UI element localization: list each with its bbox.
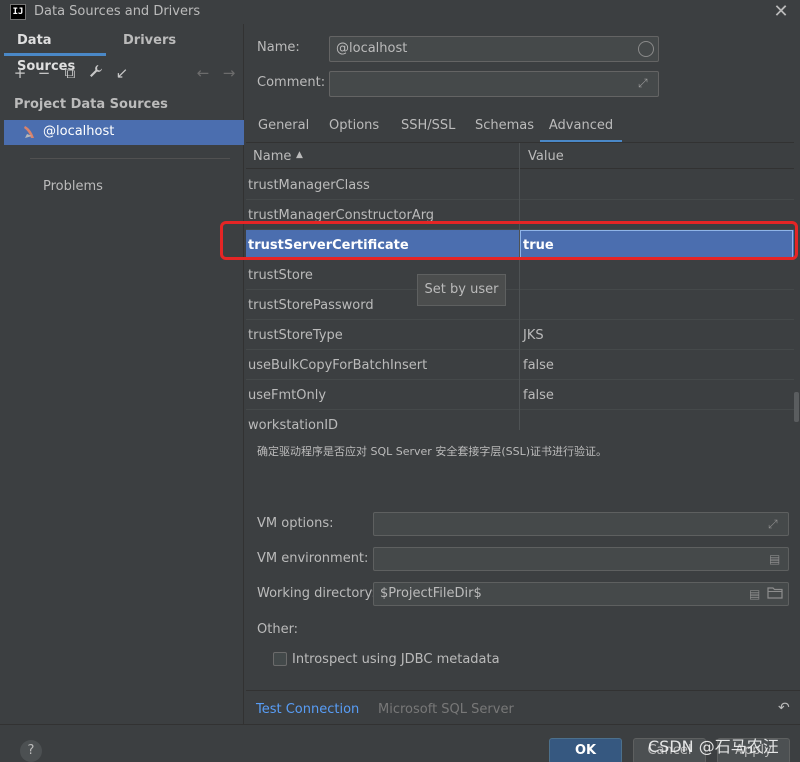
- name-label: Name:: [257, 40, 300, 55]
- app-logo-icon: IJ: [10, 4, 26, 20]
- table-row[interactable]: trustManagerClass: [246, 170, 794, 200]
- vm-environment-field[interactable]: [373, 547, 789, 571]
- table-row[interactable]: workstationID: [246, 410, 794, 430]
- tooltip: Set by user: [417, 274, 506, 306]
- tab-ssh-ssl[interactable]: SSH/SSL: [401, 118, 455, 142]
- property-value[interactable]: false: [523, 388, 554, 403]
- property-name: workstationID: [248, 418, 339, 430]
- property-name: trustStore: [248, 268, 313, 283]
- tab-drivers[interactable]: Drivers: [112, 28, 176, 56]
- sort-ascending-icon: ▲: [296, 150, 303, 160]
- close-icon[interactable]: ✕: [770, 0, 792, 24]
- column-divider: [519, 143, 520, 430]
- document-icon[interactable]: ▤: [749, 587, 760, 601]
- forward-arrow-icon[interactable]: →: [220, 64, 238, 82]
- data-source-label: @localhost: [43, 124, 115, 139]
- help-button[interactable]: ?: [20, 740, 42, 762]
- window-title: Data Sources and Drivers: [34, 4, 201, 19]
- vm-environment-label: VM environment:: [257, 551, 369, 566]
- working-directory-label: Working directory:: [257, 586, 376, 601]
- tab-data-sources[interactable]: Data Sources: [4, 28, 106, 74]
- column-header-value[interactable]: Value: [528, 149, 564, 164]
- table-row[interactable]: trustStorePassword: [246, 290, 794, 320]
- vm-options-label: VM options:: [257, 516, 334, 531]
- divider: [246, 690, 800, 691]
- property-value[interactable]: false: [523, 358, 554, 373]
- vm-options-field[interactable]: [373, 512, 789, 536]
- tab-general[interactable]: General: [258, 118, 309, 142]
- driver-name[interactable]: Microsoft SQL Server: [378, 702, 514, 717]
- advanced-properties-table: Name ▲ Value trustManagerClass trustManag…: [246, 142, 794, 430]
- folder-icon[interactable]: [767, 586, 783, 603]
- property-description: 确定驱动程序是否应对 SQL Server 安全套接字层(SSL)证书进行验证。: [257, 445, 608, 458]
- import-icon[interactable]: ↙: [113, 64, 131, 82]
- working-directory-field[interactable]: $ProjectFileDir$: [373, 582, 789, 606]
- problems-item[interactable]: Problems: [43, 179, 103, 194]
- ok-button[interactable]: OK: [549, 738, 622, 762]
- expand-icon[interactable]: ⤢: [638, 76, 648, 91]
- scrollbar[interactable]: [794, 392, 799, 422]
- sql-server-icon: [22, 124, 36, 140]
- data-source-item-localhost[interactable]: @localhost: [4, 120, 244, 145]
- separator: [30, 158, 230, 159]
- introspect-checkbox[interactable]: [273, 652, 287, 666]
- tab-schemas[interactable]: Schemas: [475, 118, 534, 142]
- property-value[interactable]: JKS: [523, 328, 544, 343]
- copy-icon[interactable]: ⧉: [61, 64, 79, 82]
- name-field[interactable]: @localhost: [329, 36, 659, 62]
- remove-icon[interactable]: −: [35, 64, 53, 82]
- table-row[interactable]: trustStore: [246, 260, 794, 290]
- other-label: Other:: [257, 622, 299, 637]
- table-row[interactable]: useFmtOnly false: [246, 380, 794, 410]
- table-row[interactable]: useBulkCopyForBatchInsert false: [246, 350, 794, 380]
- table-header: Name ▲ Value: [246, 143, 794, 169]
- revert-icon[interactable]: ↶: [778, 700, 790, 716]
- document-icon[interactable]: ▤: [769, 552, 780, 566]
- highlight-annotation: [220, 221, 798, 260]
- project-data-sources-header: Project Data Sources: [14, 97, 168, 112]
- watermark: CSDN @石马农汪: [648, 737, 779, 756]
- tab-advanced[interactable]: Advanced: [540, 118, 622, 143]
- table-row[interactable]: trustStoreType JKS: [246, 320, 794, 350]
- expand-icon[interactable]: ⤢: [768, 517, 778, 532]
- wrench-icon[interactable]: [87, 64, 105, 82]
- back-arrow-icon[interactable]: ←: [194, 64, 212, 82]
- comment-field[interactable]: [329, 71, 659, 97]
- divider: [0, 724, 800, 725]
- tab-options[interactable]: Options: [329, 118, 379, 142]
- introspect-label[interactable]: Introspect using JDBC metadata: [292, 652, 500, 667]
- comment-label: Comment:: [257, 75, 326, 90]
- color-circle-icon[interactable]: [638, 41, 654, 57]
- add-icon[interactable]: +: [11, 64, 29, 82]
- property-name: trustStorePassword: [248, 298, 374, 313]
- title-bar: IJ Data Sources and Drivers ✕: [0, 0, 800, 24]
- property-name: useBulkCopyForBatchInsert: [248, 358, 428, 373]
- column-header-name[interactable]: Name: [253, 149, 291, 164]
- test-connection-link[interactable]: Test Connection: [256, 702, 359, 717]
- property-name: useFmtOnly: [248, 388, 327, 403]
- property-name: trustManagerClass: [248, 178, 370, 193]
- property-name: trustStoreType: [248, 328, 343, 343]
